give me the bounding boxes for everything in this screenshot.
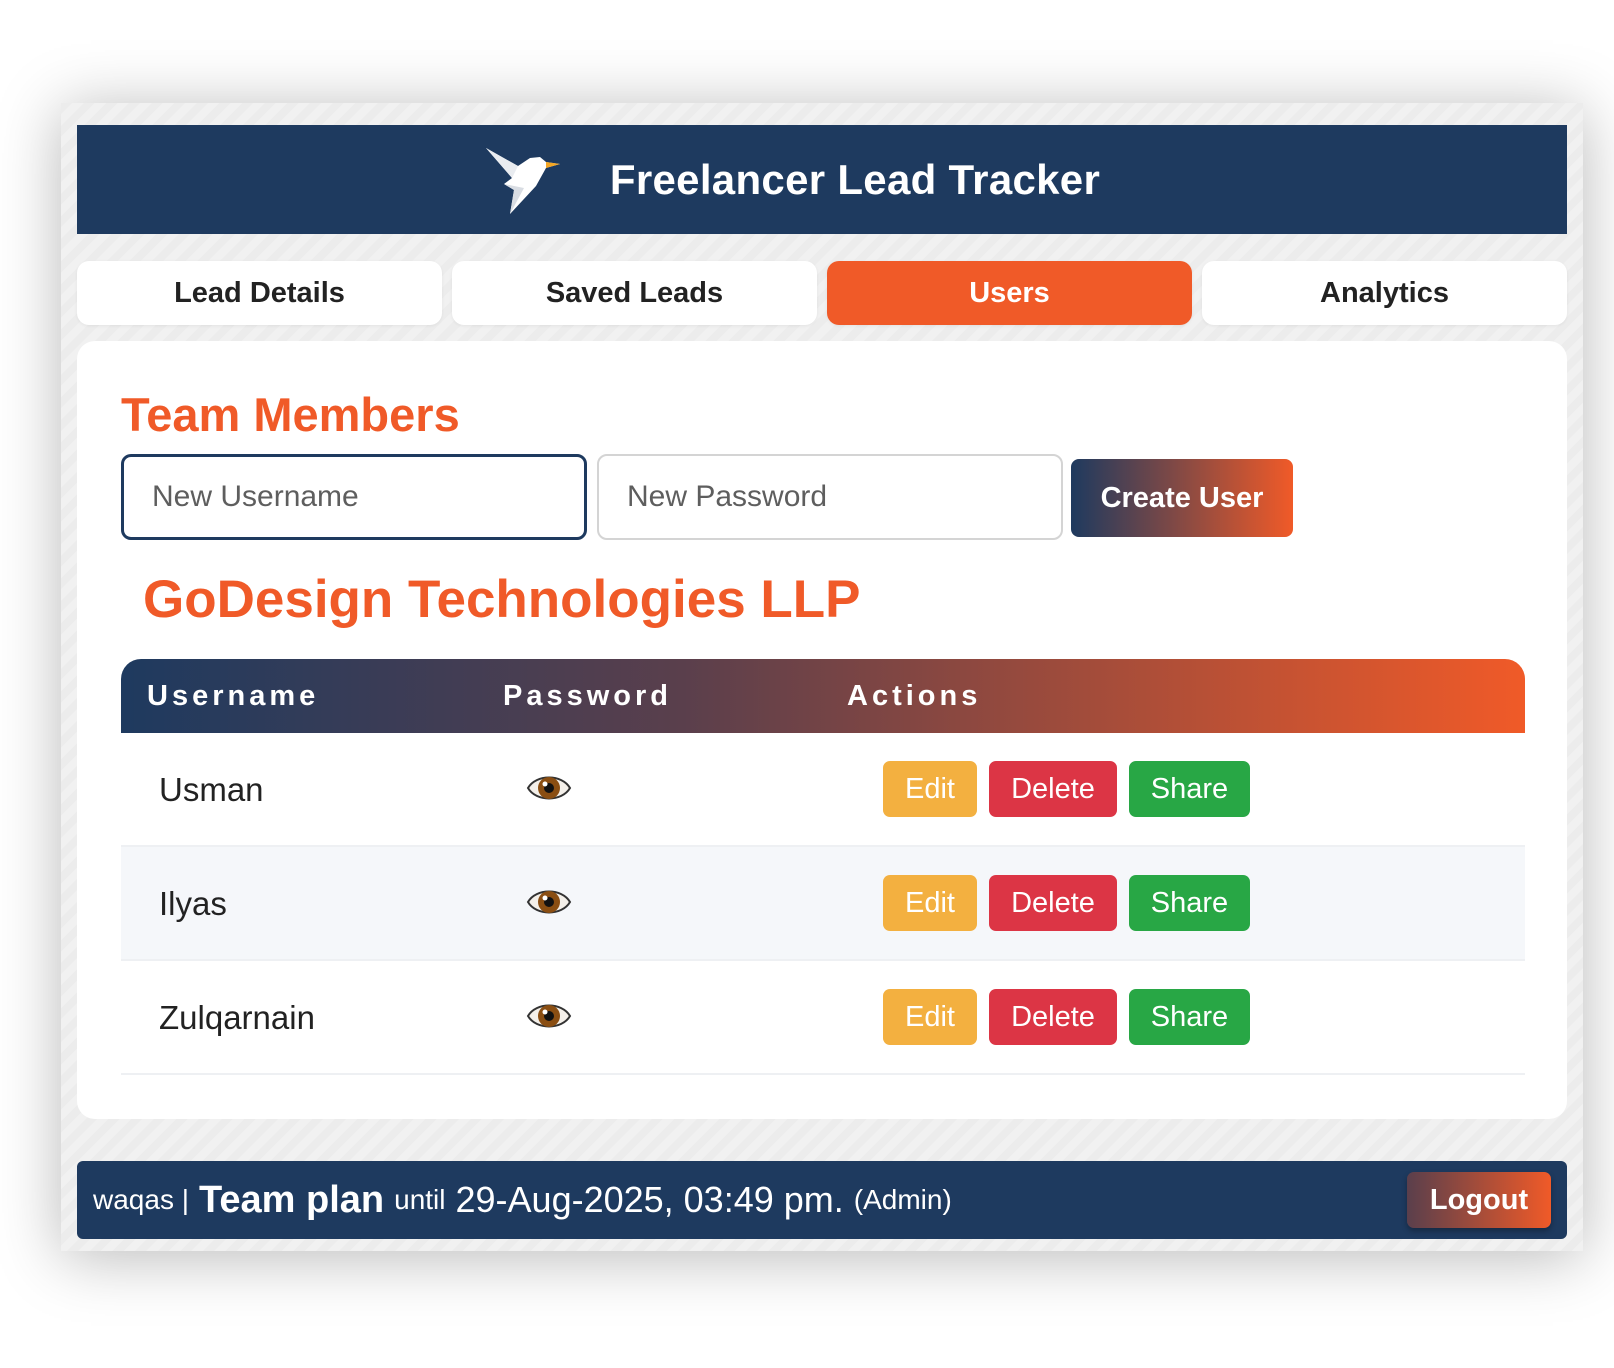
share-button[interactable]: Share [1129, 989, 1250, 1045]
username-cell: Ilyas [159, 885, 227, 922]
current-user: waqas | [93, 1184, 189, 1215]
edit-button[interactable]: Edit [883, 989, 977, 1045]
username-cell: Zulqarnain [159, 999, 315, 1036]
app-window: Freelancer Lead Tracker Lead Details Sav… [61, 103, 1583, 1251]
table-row: Ilyas Edit Delete Share [121, 847, 1525, 961]
share-button[interactable]: Share [1129, 761, 1250, 817]
eye-icon[interactable] [526, 999, 572, 1033]
tab-saved-leads[interactable]: Saved Leads [452, 261, 817, 325]
table-row: Zulqarnain Edit Delete Share [121, 961, 1525, 1075]
logout-button[interactable]: Logout [1407, 1172, 1551, 1228]
delete-button[interactable]: Delete [989, 875, 1117, 931]
column-header-actions: Actions [847, 680, 982, 712]
username-cell: Usman [159, 771, 264, 808]
new-username-input[interactable] [121, 454, 587, 540]
tab-analytics[interactable]: Analytics [1202, 261, 1567, 325]
eye-icon[interactable] [526, 885, 572, 919]
delete-button[interactable]: Delete [989, 761, 1117, 817]
app-title: Freelancer Lead Tracker [609, 155, 1101, 203]
column-header-password: Password [503, 680, 672, 712]
row-actions: Edit Delete Share [883, 761, 1250, 817]
column-header-username: Username [147, 680, 320, 712]
create-user-button[interactable]: Create User [1071, 459, 1293, 537]
app-header: Freelancer Lead Tracker [77, 125, 1567, 234]
status-footer: waqas | Team plan until 29-Aug-2025, 03:… [77, 1161, 1567, 1239]
users-table: Username Password Actions Usman Edit Del… [121, 659, 1525, 1075]
table-row: Usman Edit Delete Share [121, 733, 1525, 847]
delete-button[interactable]: Delete [989, 989, 1117, 1045]
eye-icon[interactable] [526, 771, 572, 805]
user-role: (Admin) [853, 1184, 952, 1215]
plan-expiry: 29-Aug-2025, 03:49 pm. [455, 1179, 844, 1220]
edit-button[interactable]: Edit [883, 875, 977, 931]
company-name: GoDesign Technologies LLP [143, 570, 861, 629]
share-button[interactable]: Share [1129, 875, 1250, 931]
tab-lead-details[interactable]: Lead Details [77, 261, 442, 325]
row-actions: Edit Delete Share [883, 989, 1250, 1045]
table-header: Username Password Actions [121, 659, 1525, 733]
section-title: Team Members [121, 388, 460, 441]
bird-logo-icon [485, 147, 560, 214]
row-actions: Edit Delete Share [883, 875, 1250, 931]
plan-name: Team plan [199, 1178, 385, 1221]
edit-button[interactable]: Edit [883, 761, 977, 817]
tab-bar: Lead Details Saved Leads Users Analytics [77, 261, 1567, 325]
new-password-input[interactable] [597, 454, 1063, 540]
plan-until-label: until [394, 1184, 446, 1215]
tab-users[interactable]: Users [827, 261, 1192, 325]
users-panel: Team Members Create User GoDesign Techno… [77, 341, 1567, 1119]
